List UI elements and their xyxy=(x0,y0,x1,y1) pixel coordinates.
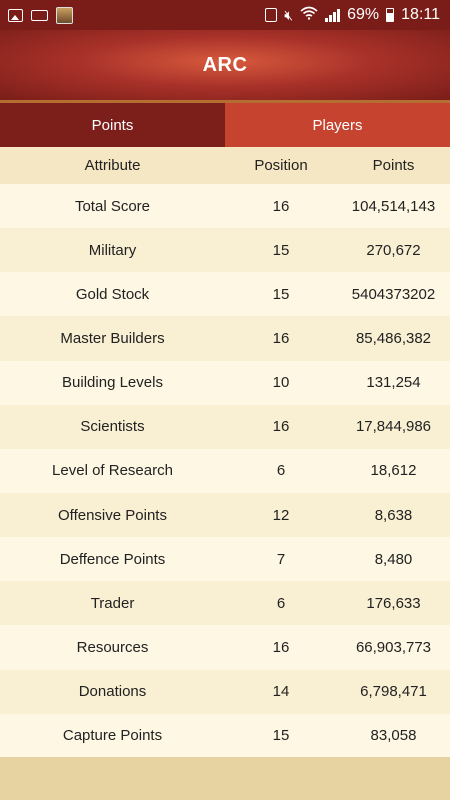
attribute-cell: Scientists xyxy=(80,418,145,436)
attribute-cell: Trader xyxy=(90,594,135,612)
table-row: Offensive Points 12 8,638 xyxy=(0,492,450,538)
column-header-attribute: Attribute xyxy=(84,157,141,174)
game-app-icon xyxy=(56,6,73,24)
table-row: Trader 6 176,633 xyxy=(0,581,450,626)
table-row: Master Builders 16 85,486,382 xyxy=(0,316,450,361)
sim-alert-icon xyxy=(265,8,278,22)
table-header: Attribute Position Points xyxy=(0,147,450,184)
points-cell: 18,612 xyxy=(370,462,417,480)
page-title: ARC xyxy=(202,53,248,76)
points-cell: 83,058 xyxy=(370,727,417,745)
position-cell: 6 xyxy=(276,594,286,612)
position-cell: 15 xyxy=(272,241,290,259)
position-cell: 16 xyxy=(272,197,290,215)
points-cell: 85,486,382 xyxy=(355,329,432,347)
points-cell: 5404373202 xyxy=(351,285,436,303)
position-cell: 15 xyxy=(272,285,290,303)
tab-bar: Points Players xyxy=(0,103,450,147)
points-cell: 8,480 xyxy=(374,550,413,568)
attribute-cell: Resources xyxy=(76,638,149,656)
position-cell: 7 xyxy=(276,550,286,568)
points-cell: 176,633 xyxy=(366,594,421,612)
attribute-cell: Master Builders xyxy=(60,329,165,347)
table-row: Donations 14 6,798,471 xyxy=(0,669,450,714)
attribute-cell: Offensive Points xyxy=(58,506,167,524)
position-cell: 15 xyxy=(272,727,290,745)
stats-table: Attribute Position Points Total Score 16 1… xyxy=(0,147,450,758)
table-row: Building Levels 10 131,254 xyxy=(0,360,450,405)
position-cell: 16 xyxy=(272,329,290,347)
column-header-position: Position xyxy=(254,157,308,174)
gallery-icon xyxy=(8,8,23,22)
laptop-icon xyxy=(31,9,48,21)
system-icons: 🔇︎ 69% 18:11 xyxy=(265,6,450,24)
points-cell: 131,254 xyxy=(366,374,421,392)
points-cell: 17,844,986 xyxy=(355,418,432,436)
position-cell: 6 xyxy=(276,462,286,480)
table-row: Capture Points 15 83,058 xyxy=(0,713,450,758)
battery-icon xyxy=(386,8,395,22)
mute-icon: 🔇︎ xyxy=(284,6,294,23)
tab-players[interactable]: Players xyxy=(225,103,450,147)
attribute-cell: Gold Stock xyxy=(75,285,150,303)
points-cell: 104,514,143 xyxy=(351,197,436,215)
attribute-cell: Building Levels xyxy=(62,374,163,392)
tab-points[interactable]: Points xyxy=(0,103,225,147)
position-cell: 10 xyxy=(272,374,290,392)
column-header-points: Points xyxy=(372,157,415,174)
position-cell: 12 xyxy=(272,506,290,524)
position-cell: 14 xyxy=(272,683,290,701)
points-cell: 270,672 xyxy=(366,241,421,259)
attribute-cell: Donations xyxy=(78,683,147,701)
table-row: Resources 16 66,903,773 xyxy=(0,625,450,670)
notification-icons xyxy=(0,6,73,24)
points-cell: 66,903,773 xyxy=(355,638,432,656)
table-row: Scientists 16 17,844,986 xyxy=(0,404,450,449)
points-cell: 8,638 xyxy=(374,506,413,524)
table-row: Deffence Points 7 8,480 xyxy=(0,537,450,582)
attribute-cell: Deffence Points xyxy=(59,550,166,568)
signal-icon xyxy=(325,8,341,22)
app-header: ARC xyxy=(0,30,450,100)
attribute-cell: Total Score xyxy=(74,197,151,215)
table-row: Military 15 270,672 xyxy=(0,228,450,273)
position-cell: 16 xyxy=(272,418,290,436)
position-cell: 16 xyxy=(272,638,290,656)
wifi-icon xyxy=(300,6,318,24)
attribute-cell: Capture Points xyxy=(62,727,163,745)
status-bar: 🔇︎ 69% 18:11 xyxy=(0,0,450,30)
table-row: Total Score 16 104,514,143 xyxy=(0,184,450,229)
table-row: Gold Stock 15 5404373202 xyxy=(0,272,450,317)
table-row: Level of Research 6 18,612 xyxy=(0,448,450,493)
clock: 18:11 xyxy=(401,6,440,23)
table-body: Total Score 16 104,514,143 Military 15 270,67… xyxy=(0,184,450,758)
attribute-cell: Military xyxy=(88,241,137,259)
battery-percent: 69% xyxy=(347,6,380,23)
footer-bar xyxy=(0,757,450,800)
attribute-cell: Level of Research xyxy=(52,462,173,480)
points-cell: 6,798,471 xyxy=(360,683,427,701)
